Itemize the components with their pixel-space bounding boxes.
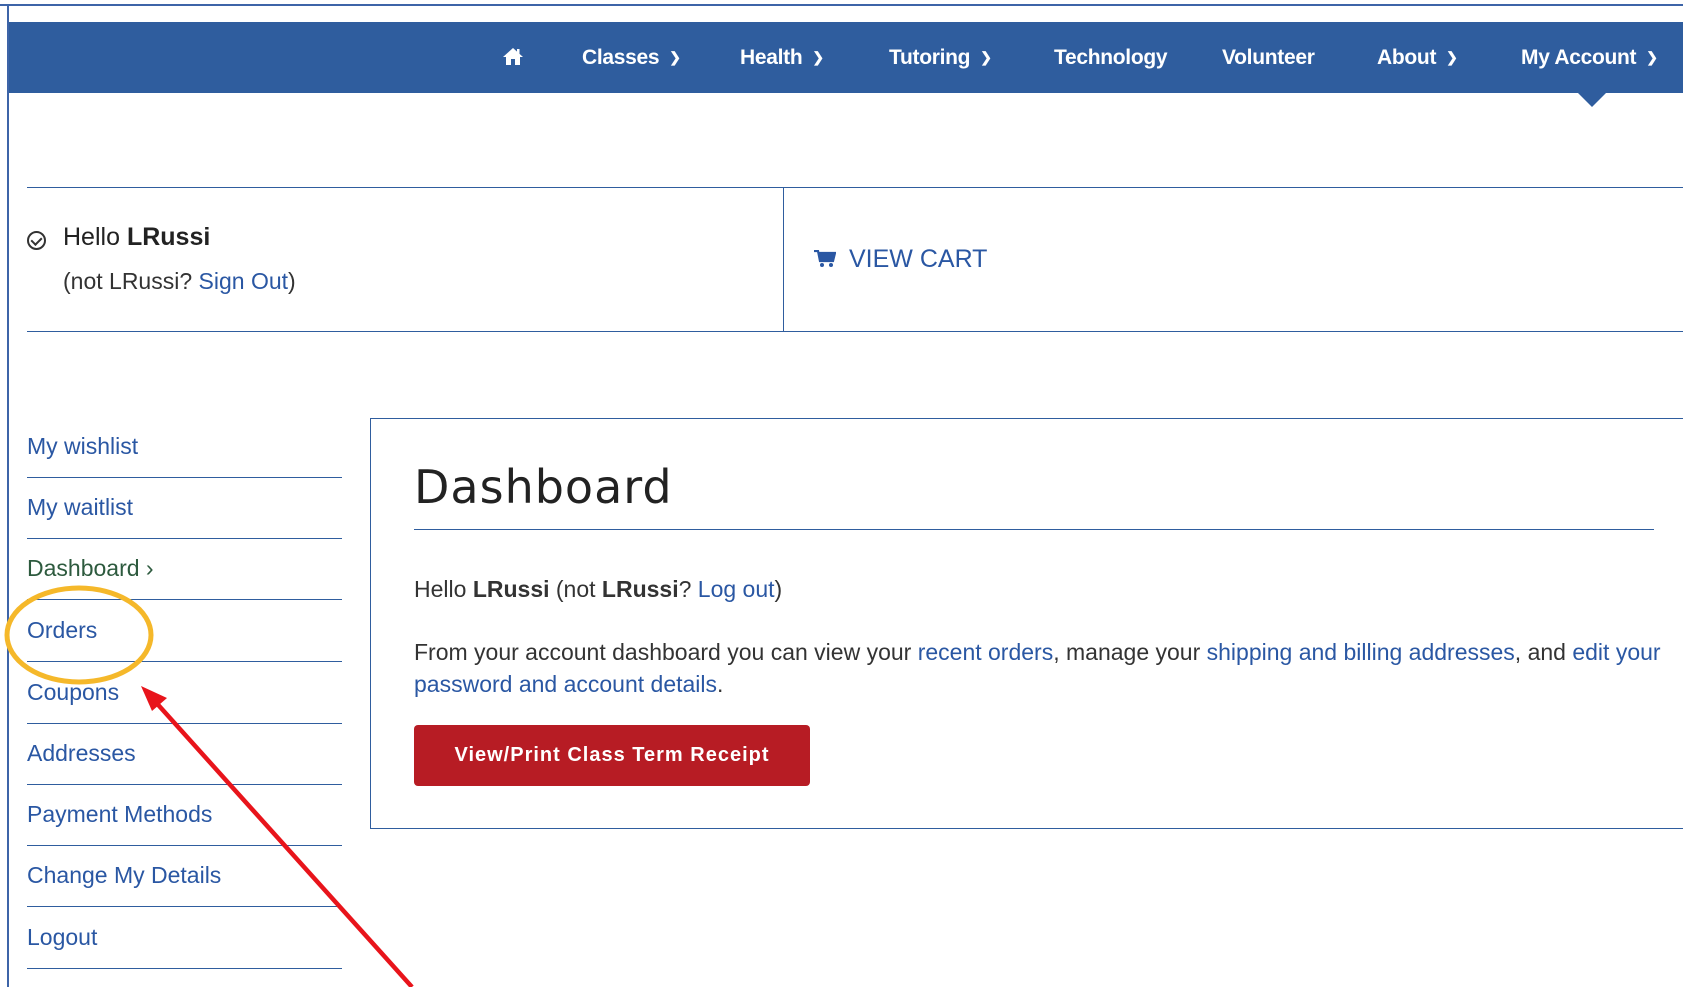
dash-username: LRussi [472,576,550,602]
nav-my-account[interactable]: My Account ❯ [1521,22,1658,93]
frame-left-border [7,4,9,987]
nav-tutoring[interactable]: Tutoring ❯ [889,22,992,93]
nav-about[interactable]: About ❯ [1377,22,1458,93]
addresses-link[interactable]: shipping and billing addresses [1207,639,1515,665]
nav-tutoring-label: Tutoring [889,46,971,69]
sidebar-separator [27,477,342,478]
hello-greeting: Hello LRussi [63,223,210,252]
dashboard-hello: Hello LRussi (not LRussi? Log out) [414,576,782,603]
sidebar-item-change-details[interactable]: Change My Details [27,862,342,889]
page-title: Dashboard [414,460,673,514]
nav-about-label: About [1377,46,1437,69]
not-user-line: (not LRussi? Sign Out) [63,268,296,295]
not-user-prefix: (not LRussi? [63,268,193,294]
sidebar-separator [27,599,342,600]
frame-top-border [0,4,1683,6]
chevron-down-icon: ❯ [812,49,824,65]
manage-text: , manage your [1053,639,1201,665]
nav-classes[interactable]: Classes ❯ [582,22,681,93]
sidebar-item-orders[interactable]: Orders [27,617,342,644]
nav-volunteer-label: Volunteer [1222,46,1315,69]
nav-health[interactable]: Health ❯ [740,22,824,93]
recent-orders-link[interactable]: recent orders [918,639,1054,665]
chevron-down-icon: ❯ [1446,49,1458,65]
cart-icon[interactable] [814,250,836,268]
sidebar-separator [27,906,342,907]
sidebar-item-dashboard[interactable]: Dashboard › [27,555,342,582]
view-print-receipt-button[interactable]: View/Print Class Term Receipt [414,725,810,786]
dash-not-user: LRussi [601,576,679,602]
sign-out-link[interactable]: Sign Out [199,268,289,294]
sidebar-item-waitlist[interactable]: My waitlist [27,494,342,521]
nav-technology-label: Technology [1054,46,1168,69]
view-cart-link[interactable]: VIEW CART [849,245,987,274]
nav-volunteer[interactable]: Volunteer [1222,22,1315,93]
home-icon[interactable] [502,22,524,93]
hello-label: Hello [63,223,120,251]
sidebar-separator [27,538,342,539]
chevron-down-icon: ❯ [1646,49,1658,65]
sidebar-item-logout[interactable]: Logout [27,924,342,951]
sidebar-separator [27,661,342,662]
sidebar-item-coupons[interactable]: Coupons [27,679,342,706]
sidebar-separator [27,784,342,785]
nav-technology[interactable]: Technology [1054,22,1168,93]
sidebar-separator [27,968,342,969]
nav-classes-label: Classes [582,46,660,69]
dash-close: ) [774,576,783,602]
dashboard-intro: From your account dashboard you can view… [414,636,1664,700]
active-nav-pointer [1578,93,1606,107]
not-user-suffix: ) [288,268,296,294]
main-nav: Classes ❯ Health ❯ Tutoring ❯ Technology Vo… [9,22,1683,93]
hello-username: LRussi [126,223,211,251]
dash-q: ? [678,576,692,602]
chevron-down-icon: ❯ [980,49,992,65]
dash-hello-label: Hello [414,576,467,602]
nav-health-label: Health [740,46,803,69]
welcome-divider [783,187,784,331]
sidebar-item-addresses[interactable]: Addresses [27,740,342,767]
welcome-top-rule [27,187,1683,188]
period-text: . [717,671,724,697]
and-text: , and [1514,639,1566,665]
sidebar-separator [27,723,342,724]
sidebar-item-wishlist[interactable]: My wishlist [27,433,342,460]
title-rule [414,529,1654,530]
sidebar-separator [27,845,342,846]
sidebar-item-payment-methods[interactable]: Payment Methods [27,801,342,828]
intro-text: From your account dashboard you can view… [414,639,912,665]
welcome-bottom-rule [27,331,1683,332]
log-out-link[interactable]: Log out [698,576,775,602]
chevron-down-icon: ❯ [669,49,681,65]
check-circle-icon [27,231,46,250]
dash-not-prefix: (not [555,576,596,602]
nav-my-account-label: My Account [1521,46,1637,69]
